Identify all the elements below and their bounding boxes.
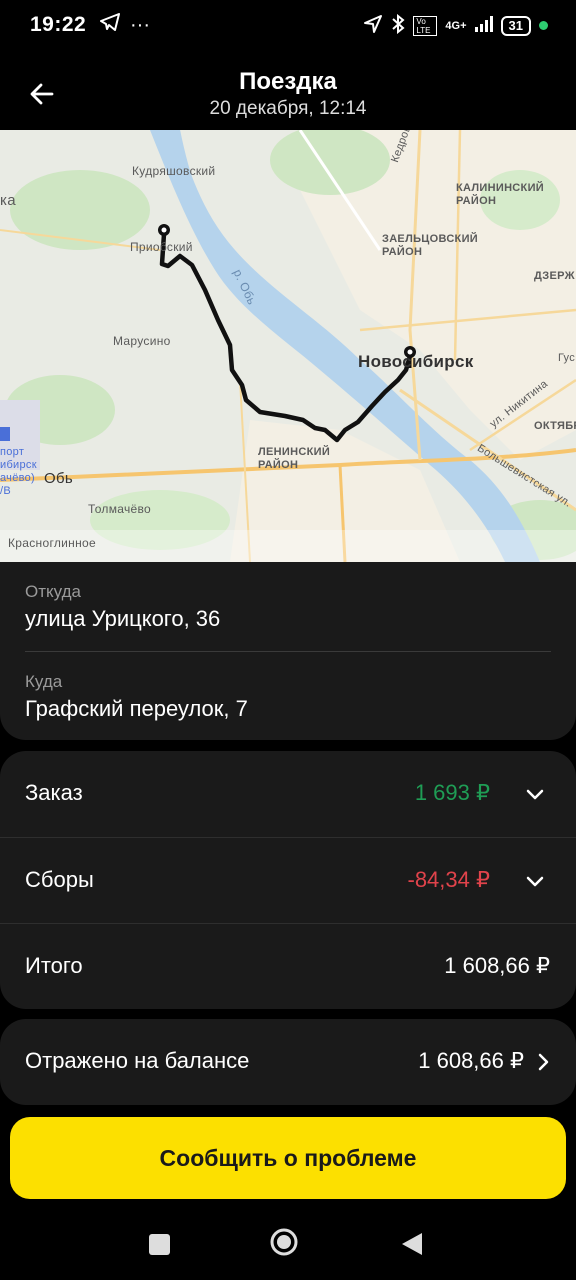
order-amount: 1 693 ₽ bbox=[414, 780, 490, 805]
to-address: Графский переулок, 7 bbox=[25, 696, 248, 721]
order-label: Заказ bbox=[25, 780, 83, 805]
total-amount: 1 608,66 ₽ bbox=[444, 953, 550, 978]
divider bbox=[25, 651, 551, 652]
map-label-city: Новосибирск bbox=[358, 352, 474, 371]
trip-datetime: 20 декабря, 12:14 bbox=[209, 98, 367, 119]
system-nav-bar bbox=[0, 1205, 576, 1280]
fees-row[interactable]: Сборы -84,34 ₽ bbox=[0, 838, 576, 924]
signal-icon bbox=[474, 16, 493, 35]
status-right-icons: Vo LTE 4G+ 31 bbox=[363, 13, 548, 37]
map-label: ачёво) bbox=[0, 472, 36, 484]
route-card: Откуда улица Урицкого, 36 Куда Графский … bbox=[0, 562, 576, 740]
fare-card: Заказ 1 693 ₽ Сборы -84,34 ₽ Итого 1 608… bbox=[0, 751, 576, 1009]
balance-label: Отражено на балансе bbox=[25, 1048, 250, 1073]
map-label: Приобский bbox=[130, 240, 193, 254]
from-address: улица Урицкого, 36 bbox=[25, 606, 221, 631]
page-title: Поездка bbox=[239, 68, 337, 95]
map-label: Толмачёво bbox=[88, 502, 152, 516]
map-label: ЛЕНИНСКИЙ РАЙОН bbox=[258, 446, 331, 471]
airport-icon bbox=[0, 427, 10, 441]
map-label: Кудряшовский bbox=[132, 164, 216, 178]
balance-amount: 1 608,66 ₽ bbox=[418, 1048, 524, 1073]
battery-icon: 31 bbox=[500, 15, 531, 36]
app-header: Поездка 20 декабря, 12:14 bbox=[0, 52, 576, 130]
map-label: /В bbox=[0, 485, 11, 497]
map-label: Обь bbox=[44, 470, 73, 487]
network-type: 4G+ bbox=[445, 19, 467, 32]
map-label: Марусино bbox=[113, 334, 171, 348]
chevron-down-icon[interactable] bbox=[524, 783, 546, 805]
trip-map[interactable]: Кудряшовский ка Приобский Марусино р. Об… bbox=[0, 130, 576, 562]
map-label: Гус bbox=[558, 352, 575, 364]
map-label: порт bbox=[0, 446, 25, 458]
order-row[interactable]: Заказ 1 693 ₽ bbox=[0, 751, 576, 837]
report-problem-button[interactable]: Сообщить о проблеме bbox=[10, 1117, 566, 1199]
home-icon[interactable] bbox=[270, 1228, 298, 1256]
map-label: ибирск bbox=[0, 459, 37, 471]
map-label: ОКТЯБР bbox=[534, 420, 576, 432]
location-icon bbox=[363, 14, 383, 37]
more-dots-icon: ··· bbox=[130, 13, 150, 36]
to-label: Куда bbox=[25, 672, 63, 691]
privacy-dot-icon bbox=[539, 21, 548, 30]
total-row: Итого 1 608,66 ₽ bbox=[0, 924, 576, 1010]
chevron-right-icon[interactable] bbox=[532, 1051, 554, 1073]
map-label: Красноглинное bbox=[8, 536, 96, 550]
fees-amount: -84,34 ₽ bbox=[407, 867, 491, 892]
status-bar: 19:22 ··· Vo LTE 4G+ 31 bbox=[0, 0, 576, 52]
telegram-icon bbox=[100, 13, 120, 37]
map-label: ЗАЕЛЬЦОВСКИЙ РАЙОН bbox=[382, 233, 478, 258]
recents-icon[interactable] bbox=[149, 1234, 170, 1255]
map-label: КАЛИНИНСКИЙ РАЙОН bbox=[456, 182, 544, 207]
total-label: Итого bbox=[25, 953, 83, 978]
status-left-icons: ··· bbox=[100, 13, 150, 37]
from-label: Откуда bbox=[25, 582, 81, 601]
fees-label: Сборы bbox=[25, 867, 94, 892]
chevron-down-icon[interactable] bbox=[524, 870, 546, 892]
status-time: 19:22 bbox=[30, 13, 87, 36]
map-label: ДЗЕРЖ bbox=[534, 270, 575, 282]
map-label: ка bbox=[0, 192, 16, 209]
nav-back-icon[interactable] bbox=[400, 1231, 424, 1257]
bluetooth-icon bbox=[391, 13, 405, 37]
balance-row[interactable]: Отражено на балансе 1 608,66 ₽ bbox=[0, 1019, 576, 1105]
volte-icon: Vo LTE bbox=[413, 15, 438, 36]
